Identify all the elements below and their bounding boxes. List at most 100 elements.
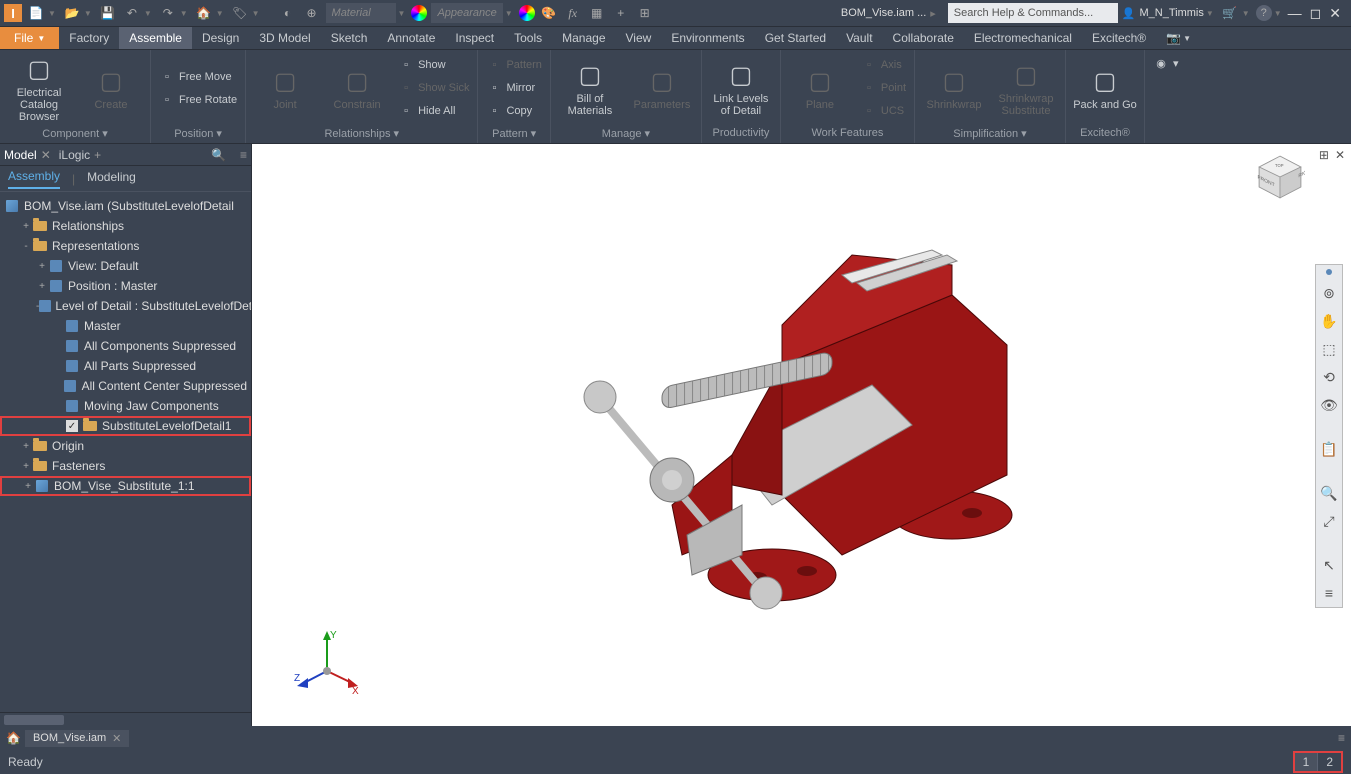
ribbon-show[interactable]: ▫Show bbox=[394, 54, 473, 76]
grid-icon[interactable]: ▦ bbox=[587, 3, 607, 23]
menu-manage[interactable]: Manage bbox=[552, 27, 615, 49]
viewport[interactable]: ⊞ ✕ FRONT RIGHT TOP ⊚ ✋ ⬚ ⟲ 👁 📋 🔍 bbox=[252, 144, 1351, 726]
menu-getstarted[interactable]: Get Started bbox=[755, 27, 836, 49]
fx-icon[interactable]: fx bbox=[563, 3, 583, 23]
tree-node[interactable]: +View: Default bbox=[0, 256, 251, 276]
camera-icon[interactable]: 📷 ▼ bbox=[1156, 27, 1201, 49]
close-icon[interactable]: ✕ bbox=[41, 148, 51, 162]
tab-ilogic[interactable]: iLogic+ bbox=[59, 148, 101, 162]
tree-node[interactable]: +Position : Master bbox=[0, 276, 251, 296]
ribbon-free-rotate[interactable]: ▫Free Rotate bbox=[155, 89, 241, 111]
tree-node[interactable]: -Representations bbox=[0, 236, 251, 256]
redo-icon[interactable]: ↷ bbox=[158, 3, 178, 23]
menu-excitech[interactable]: Excitech® bbox=[1082, 27, 1156, 49]
menu-icon[interactable]: ≡ bbox=[240, 148, 247, 162]
viewport-layout-icon[interactable]: ⊞ bbox=[1319, 148, 1329, 162]
crystal-icon[interactable]: ◐ bbox=[278, 3, 298, 23]
model-tree: BOM_Vise.iam (SubstituteLevelofDetail +R… bbox=[0, 192, 251, 712]
cart-icon[interactable]: 🛒 bbox=[1220, 3, 1240, 23]
menu-tools[interactable]: Tools bbox=[504, 27, 552, 49]
ribbon-mirror[interactable]: ▫Mirror bbox=[482, 77, 545, 99]
save-icon[interactable]: 💾 bbox=[98, 3, 118, 23]
browser-scrollbar[interactable] bbox=[0, 712, 251, 726]
paint-icon[interactable]: 🎨 bbox=[539, 3, 559, 23]
ribbon-hide-all[interactable]: ▫Hide All bbox=[394, 100, 473, 122]
page-2-button[interactable]: 2 bbox=[1317, 753, 1341, 771]
viewcube[interactable]: FRONT RIGHT TOP bbox=[1255, 152, 1305, 202]
tree-node[interactable]: -Level of Detail : SubstituteLevelofDeta… bbox=[0, 296, 251, 316]
menu-factory[interactable]: Factory bbox=[59, 27, 119, 49]
clipboard-icon[interactable]: 📋 bbox=[1319, 439, 1339, 459]
globe-icon[interactable]: ⊕ bbox=[302, 3, 322, 23]
ribbon-help-icon[interactable]: ◉▾ bbox=[1149, 52, 1183, 74]
tree-node[interactable]: All Components Suppressed bbox=[0, 336, 251, 356]
material-dropdown[interactable]: Material bbox=[326, 3, 396, 23]
menu-environments[interactable]: Environments bbox=[661, 27, 754, 49]
ribbon-copy[interactable]: ▫Copy bbox=[482, 100, 545, 122]
select-icon[interactable]: 🏷 bbox=[230, 3, 250, 23]
close-icon[interactable]: ✕ bbox=[112, 732, 121, 745]
color-wheel-icon-2[interactable] bbox=[519, 5, 535, 21]
search-icon[interactable]: 🔍 bbox=[211, 148, 226, 162]
cursor-zoom-icon[interactable]: ↖ bbox=[1319, 555, 1339, 575]
tree-node[interactable]: Moving Jaw Components bbox=[0, 396, 251, 416]
menu-inspect[interactable]: Inspect bbox=[445, 27, 504, 49]
new-icon[interactable]: 📄 bbox=[26, 3, 46, 23]
ribbon-free-move[interactable]: ▫Free Move bbox=[155, 66, 241, 88]
menu-annotate[interactable]: Annotate bbox=[377, 27, 445, 49]
tree-node[interactable]: +BOM_Vise_Substitute_1:1 bbox=[0, 476, 251, 496]
menu-electromechanical[interactable]: Electromechanical bbox=[964, 27, 1082, 49]
color-wheel-icon[interactable] bbox=[411, 5, 427, 21]
zoom-all-icon[interactable]: ⤢ bbox=[1319, 511, 1339, 531]
tree-node[interactable]: All Parts Suppressed bbox=[0, 356, 251, 376]
open-icon[interactable]: 📂 bbox=[62, 3, 82, 23]
zoom-sel-icon[interactable]: 🔍 bbox=[1319, 483, 1339, 503]
tree-node[interactable]: ✓SubstituteLevelofDetail1 bbox=[0, 416, 251, 436]
ribbon-billof-materials[interactable]: ▢Bill ofMaterials bbox=[555, 52, 625, 124]
tab-model[interactable]: Model✕ bbox=[4, 148, 51, 162]
plus-icon[interactable]: + bbox=[611, 3, 631, 23]
menu-assemble[interactable]: Assemble bbox=[119, 27, 192, 49]
doc-menu-icon[interactable]: ≡ bbox=[1338, 731, 1345, 745]
maximize-button[interactable]: ◻ bbox=[1310, 5, 1322, 22]
user-account[interactable]: 👤 M_N_Timmis▼ bbox=[1122, 7, 1216, 20]
tree-node[interactable]: +Origin bbox=[0, 436, 251, 456]
tree-node[interactable]: All Content Center Suppressed bbox=[0, 376, 251, 396]
tree-node[interactable]: Master bbox=[0, 316, 251, 336]
menu-design[interactable]: Design bbox=[192, 27, 249, 49]
menu-sketch[interactable]: Sketch bbox=[321, 27, 378, 49]
close-button[interactable]: ✕ bbox=[1329, 5, 1341, 22]
ribbon-packandgo[interactable]: ▢Pack and Go bbox=[1070, 52, 1140, 124]
lookup-icon[interactable]: 👁 bbox=[1319, 395, 1339, 415]
subtab-modeling[interactable]: Modeling bbox=[87, 170, 136, 188]
appearance-dropdown[interactable]: Appearance bbox=[431, 3, 502, 23]
zoom-window-icon[interactable]: ⬚ bbox=[1319, 339, 1339, 359]
help-icon[interactable]: ? bbox=[1256, 5, 1272, 21]
document-name[interactable]: BOM_Vise.iam ...▸ bbox=[833, 5, 944, 22]
tree-node[interactable]: +Fasteners bbox=[0, 456, 251, 476]
viewport-close-icon[interactable]: ✕ bbox=[1335, 148, 1345, 162]
tree-node[interactable]: +Relationships bbox=[0, 216, 251, 236]
file-menu[interactable]: File▼ bbox=[0, 27, 59, 49]
tree-root[interactable]: BOM_Vise.iam (SubstituteLevelofDetail bbox=[0, 196, 251, 216]
menu-3dmodel[interactable]: 3D Model bbox=[249, 27, 320, 49]
menu-collaborate[interactable]: Collaborate bbox=[883, 27, 964, 49]
ribbon-linklevels-ofdetail[interactable]: ▢Link Levelsof Detail bbox=[706, 52, 776, 124]
menu-view[interactable]: View bbox=[616, 27, 662, 49]
minimize-button[interactable]: — bbox=[1288, 5, 1302, 22]
orbit-icon[interactable]: ⟲ bbox=[1319, 367, 1339, 387]
ribbon-electrical-catalogbrowser[interactable]: ▢ElectricalCatalog Browser bbox=[4, 52, 74, 124]
menu-vault[interactable]: Vault bbox=[836, 27, 882, 49]
search-input[interactable]: Search Help & Commands... bbox=[948, 3, 1118, 23]
menu-icon[interactable]: ≡ bbox=[1319, 583, 1339, 603]
doc-tab[interactable]: BOM_Vise.iam✕ bbox=[25, 730, 129, 747]
page-1-button[interactable]: 1 bbox=[1295, 753, 1318, 771]
home-doc-icon[interactable]: 🏠 bbox=[6, 731, 21, 745]
checkbox-icon[interactable]: ✓ bbox=[66, 420, 78, 432]
tree-icon[interactable]: ⊞ bbox=[635, 3, 655, 23]
steering-wheel-icon[interactable]: ⊚ bbox=[1319, 283, 1339, 303]
undo-icon[interactable]: ↶ bbox=[122, 3, 142, 23]
subtab-assembly[interactable]: Assembly bbox=[8, 169, 60, 189]
home-icon[interactable]: 🏠 bbox=[194, 3, 214, 23]
pan-icon[interactable]: ✋ bbox=[1319, 311, 1339, 331]
